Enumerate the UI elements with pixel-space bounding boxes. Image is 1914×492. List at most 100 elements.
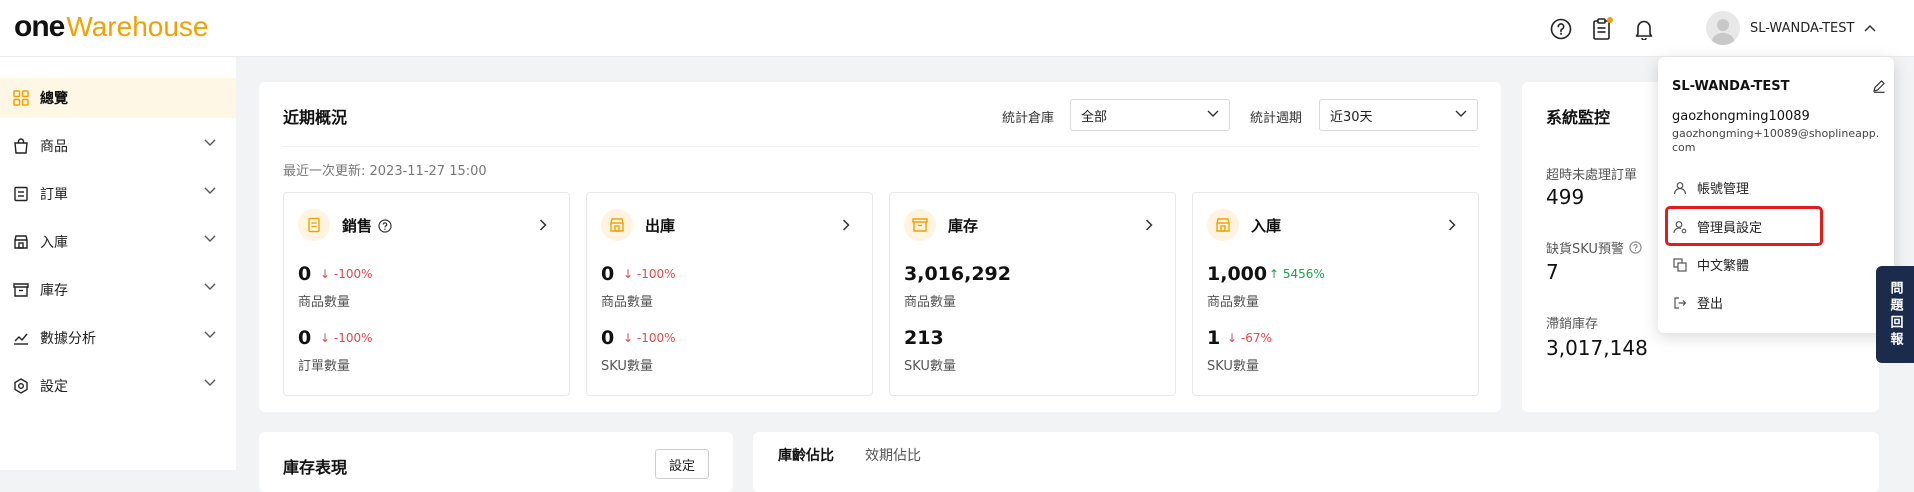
stat-name-text: 銷售 (342, 217, 373, 235)
stat-card-sales[interactable]: 銷售 0 ↓ -100% 商品數量 0 ↓ -100% 訂單數量 (283, 192, 570, 396)
delta-text: -67% (1240, 331, 1272, 345)
overview-title: 近期概況 (283, 108, 348, 127)
stat-card-outbound[interactable]: 出庫 0 ↓ -100% 商品數量 0 ↓ -100% SKU數量 (586, 192, 873, 396)
chevron-right-icon (842, 219, 850, 231)
sidebar-item-settings[interactable]: 設定 (0, 366, 236, 406)
chevron-right-icon (1448, 219, 1456, 231)
stat-label: 商品數量 (904, 295, 957, 310)
chevron-down-icon (204, 235, 216, 242)
receipt-icon (298, 209, 330, 241)
stat-label: SKU數量 (601, 359, 653, 374)
warehouse-icon (904, 209, 936, 241)
delta-text: -100% (636, 267, 676, 281)
monitor-value[interactable]: 499 (1546, 185, 1584, 209)
divider (283, 146, 1478, 147)
period-filter-label: 統計週期 (1250, 111, 1303, 126)
sidebar-item-overview[interactable]: 總覽 (0, 78, 236, 118)
logout-icon (1672, 295, 1688, 311)
stat-card-inventory[interactable]: 庫存 3,016,292 商品數量 213 SKU數量 (889, 192, 1176, 396)
settings-button[interactable]: 設定 (655, 449, 709, 479)
help-icon[interactable] (1629, 241, 1642, 254)
notification-bell-icon[interactable] (1632, 17, 1656, 41)
user-dropdown-menu: SL-WANDA-TEST gaozhongming10089 gaozhong… (1658, 57, 1894, 333)
help-icon[interactable] (1549, 17, 1573, 41)
delta-down: ↓ -100% (623, 331, 676, 345)
stat-value: 0 (601, 263, 615, 285)
monitor-label: 超時未處理訂單 (1546, 168, 1638, 183)
stat-value: 1,000 (1207, 263, 1268, 285)
delta-down: ↓ -100% (320, 267, 373, 281)
period-select-value: 近30天 (1330, 109, 1373, 125)
menu-item-logout[interactable]: 登出 (1672, 293, 1723, 312)
sidebar-item-analytics[interactable]: 數據分析 (0, 318, 236, 358)
tab-inventory-age[interactable]: 庫齡佔比 (778, 445, 834, 465)
chevron-down-icon (204, 139, 216, 146)
menu-item-label: 中文繁體 (1697, 259, 1750, 274)
warehouse-select[interactable]: 全部 (1070, 99, 1230, 131)
edit-icon[interactable] (1872, 79, 1886, 93)
chevron-down-icon (1455, 110, 1467, 117)
dashboard-icon (12, 89, 30, 107)
sidebar-item-label: 數據分析 (40, 331, 96, 347)
warehouse-icon (12, 281, 30, 299)
gear-icon (12, 377, 30, 395)
dropdown-username: SL-WANDA-TEST (1672, 79, 1790, 94)
delta-text: -100% (333, 331, 373, 345)
monitor-value[interactable]: 7 (1546, 260, 1559, 284)
dropdown-account: gaozhongming10089 (1672, 109, 1810, 124)
menu-item-account-management[interactable]: 帳號管理 (1672, 178, 1749, 197)
chevron-down-icon (204, 379, 216, 386)
highlight-box (1665, 206, 1823, 246)
arrow-up-icon: ↑ (1269, 267, 1280, 281)
store-icon (1207, 209, 1239, 241)
chevron-down-icon (204, 187, 216, 194)
stat-label: 訂單數量 (298, 359, 351, 374)
stat-value: 0 (298, 263, 312, 285)
stat-value: 0 (298, 327, 312, 349)
menu-item-language[interactable]: 中文繁體 (1672, 255, 1749, 274)
sidebar-item-products[interactable]: 商品 (0, 126, 236, 166)
stat-name: 出庫 (645, 217, 676, 235)
menu-item-label: 帳號管理 (1697, 182, 1750, 197)
delta-text: -100% (636, 331, 676, 345)
translate-icon (1672, 257, 1688, 273)
last-update-text: 最近一次更新: 2023-11-27 15:00 (283, 164, 487, 179)
chevron-down-icon (1207, 110, 1219, 117)
sidebar-item-inbound[interactable]: 入庫 (0, 222, 236, 262)
monitor-title: 系統監控 (1546, 108, 1611, 127)
monitor-label: 缺貨SKU預警 (1546, 238, 1642, 257)
task-list-icon[interactable] (1590, 17, 1614, 41)
chevron-right-icon (1145, 219, 1153, 231)
store-icon (601, 209, 633, 241)
arrow-down-icon: ↓ (320, 331, 331, 345)
dropdown-email: gaozhongming+10089@shoplineapp.com (1672, 127, 1880, 154)
tab-expiry[interactable]: 效期佔比 (865, 445, 921, 465)
stat-label: SKU數量 (904, 359, 956, 374)
bag-icon (12, 137, 30, 155)
stat-value: 213 (904, 327, 944, 349)
help-icon[interactable] (378, 218, 392, 233)
stat-name: 銷售 (342, 215, 392, 236)
chevron-down-icon (204, 331, 216, 338)
user-menu-trigger[interactable]: SL-WANDA-TEST (1706, 11, 1876, 45)
logo[interactable]: one Warehouse (14, 10, 209, 46)
inventory-performance-title: 庫存表現 (283, 458, 348, 477)
delta-down: ↓ -100% (623, 267, 676, 281)
stat-card-inbound[interactable]: 入庫 1,000 ↑ 5456% 商品數量 1 ↓ -67% SKU數量 (1192, 192, 1479, 396)
stat-value: 3,016,292 (904, 263, 1011, 285)
monitor-value[interactable]: 3,017,148 (1546, 336, 1648, 360)
sidebar-item-inventory[interactable]: 庫存 (0, 270, 236, 310)
chevron-right-icon (539, 219, 547, 231)
stat-label: SKU數量 (1207, 359, 1259, 374)
sidebar-item-orders[interactable]: 訂單 (0, 174, 236, 214)
sidebar-item-label: 庫存 (40, 283, 68, 299)
stat-label: 商品數量 (1207, 295, 1260, 310)
monitor-label-text: 缺貨SKU預警 (1546, 242, 1624, 257)
stat-label: 商品數量 (298, 295, 351, 310)
delta-down: ↓ -67% (1227, 331, 1272, 345)
feedback-tab[interactable]: 問題回報 (1876, 266, 1914, 363)
logo-warehouse: Warehouse (66, 11, 209, 42)
period-select[interactable]: 近30天 (1319, 99, 1478, 131)
stat-name: 庫存 (948, 217, 979, 235)
logo-one: one (14, 10, 65, 43)
